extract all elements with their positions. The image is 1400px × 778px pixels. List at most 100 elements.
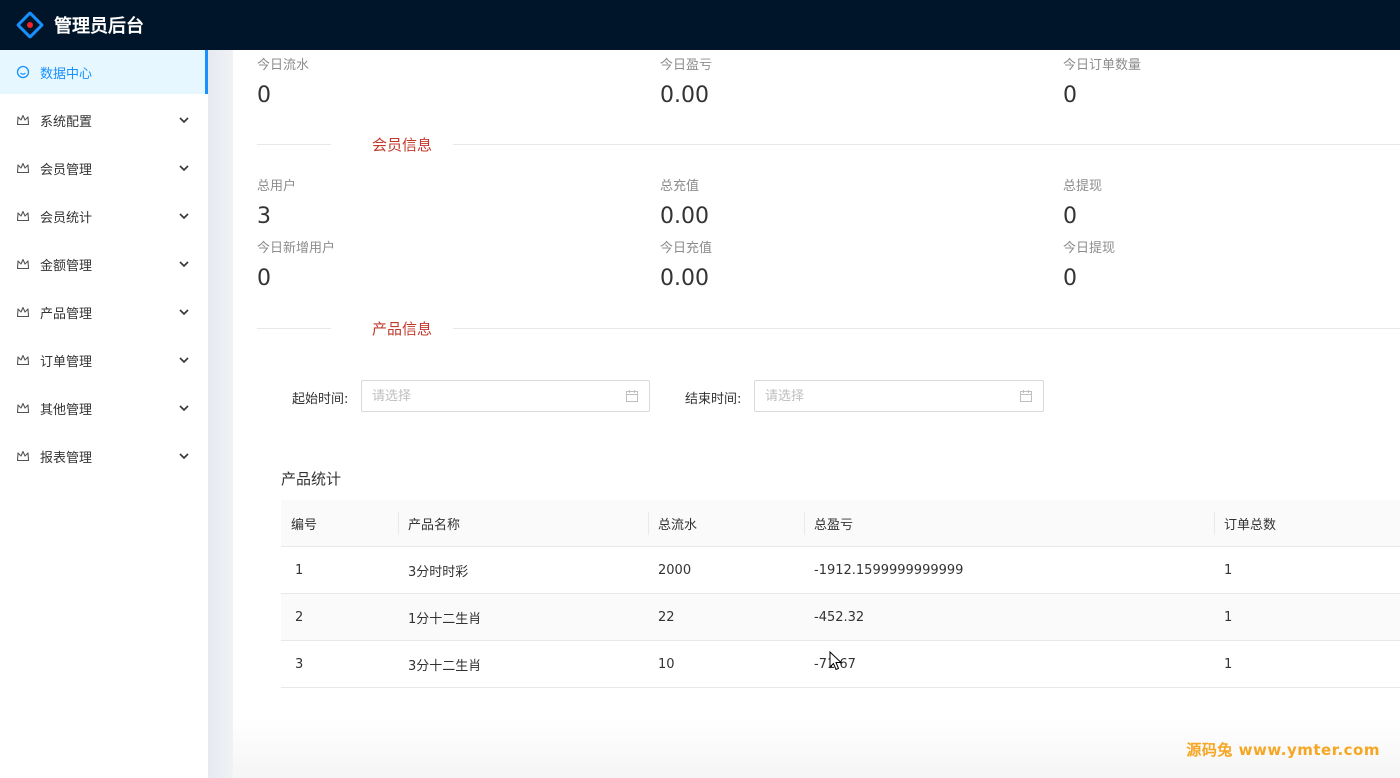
sidebar-item-label: 订单管理 [40,354,93,370]
table-cell-name: 3分时时彩 [408,564,469,580]
stat-label: 今日流水 [257,58,310,73]
chevron-down-icon [178,450,190,462]
table-cell-orders: 1 [1224,562,1233,578]
table-cell-name: 3分十二生肖 [408,658,482,674]
sidebar-item-label: 报表管理 [40,450,93,466]
calendar-icon [625,389,639,403]
chevron-down-icon [178,114,190,126]
stat-value: 3 [257,204,271,229]
column-header-name[interactable]: 产品名称 [398,500,648,546]
stat-total-users: 总用户 3 [257,175,296,229]
sidebar-item-amount-management[interactable]: 金额管理 [0,242,208,286]
table-cell-flow: 2000 [658,562,692,578]
table-cell-orders: 1 [1224,609,1233,625]
stat-value: 0 [1063,204,1077,229]
column-header-orders[interactable]: 订单总数 [1214,500,1400,546]
stat-label: 今日盈亏 [660,58,713,73]
section-title-product: 产品信息 [372,320,433,338]
stat-label: 今日新增用户 [257,241,336,256]
column-header-profit[interactable]: 总盈亏 [804,500,1214,546]
start-date-picker[interactable] [361,380,650,412]
sidebar-item-report-management[interactable]: 报表管理 [0,434,208,478]
sidebar-item-label: 会员统计 [40,210,93,226]
stat-value: 0 [257,83,271,108]
table-cell-profit: -452.32 [814,609,865,625]
chevron-down-icon [178,306,190,318]
sidebar-item-label: 产品管理 [40,306,93,322]
crown-icon [16,209,30,223]
section-divider-product: 产品信息 [257,318,1400,338]
stat-label: 总充值 [660,179,700,194]
table-cell-profit: -71.67 [804,641,1214,687]
table-cell-id: 1 [295,562,304,578]
top-header: 管理员后台 [0,0,1400,50]
crown-icon [16,401,30,415]
main-content: 今日流水 0 今日盈亏 0.00 今日订单数量 0 会员信息 总用户 3 总充值… [233,50,1400,778]
sidebar-item-system-config[interactable]: 系统配置 [0,98,208,142]
column-header-flow[interactable]: 总流水 [648,500,804,546]
sidebar-item-product-management[interactable]: 产品管理 [0,290,208,334]
table-cell-id: 2 [295,609,304,625]
table-cell-profit: -1912.1599999999999 [814,562,964,578]
product-stats-title: 产品统计 [281,470,342,488]
sidebar-item-label: 金额管理 [40,258,93,274]
stat-label: 总用户 [257,179,297,194]
sidebar-item-order-management[interactable]: 订单管理 [0,338,208,382]
stat-value: 0.00 [660,83,709,108]
stat-value: 0 [257,266,271,291]
table-row[interactable]: 2 1分十二生肖 22 -452.32 1 [281,594,1400,641]
stat-today-withdraw: 今日提现 0 [1063,237,1115,291]
sidebar-item-label: 数据中心 [40,66,93,82]
start-time-label: 起始时间: [292,392,349,407]
stat-label: 总提现 [1063,179,1103,194]
crown-icon [16,305,30,319]
sidebar-item-label: 会员管理 [40,162,93,178]
table-cell-orders: 1 [1224,656,1233,672]
chevron-down-icon [178,402,190,414]
start-date-input[interactable] [372,388,625,404]
stat-value: 0 [1063,266,1077,291]
stat-value: 0.00 [660,204,709,229]
stat-today-recharge: 今日充值 0.00 [660,237,712,291]
sidebar-item-member-stats[interactable]: 会员统计 [0,194,208,238]
table-row[interactable]: 1 3分时时彩 2000 -1912.1599999999999 1 [281,547,1400,594]
mouse-cursor-icon [829,650,843,671]
crown-icon [16,161,30,175]
chevron-down-icon [178,210,190,222]
chevron-down-icon [178,258,190,270]
sidebar-gutter [208,50,233,778]
logo-icon [15,10,45,40]
stat-value: 0 [1063,83,1077,108]
stat-label: 今日充值 [660,241,713,256]
end-time-label: 结束时间: [685,392,742,407]
table-cell-id: 3 [295,656,304,672]
crown-icon [16,353,30,367]
sidebar: 数据中心 系统配置 会员管理 会员统计 金额管理 产品管理 订单管理 其他管理 … [0,50,208,778]
watermark: 源码兔 www.ymter.com [1186,741,1380,759]
stat-total-withdraw: 总提现 0 [1063,175,1102,229]
table-cell-name: 1分十二生肖 [408,611,482,627]
crown-icon [16,257,30,271]
stat-total-recharge: 总充值 0.00 [660,175,709,229]
chevron-down-icon [178,162,190,174]
table-cell-flow: 10 [658,656,675,672]
app-title: 管理员后台 [54,16,144,37]
section-divider-member: 会员信息 [257,134,1400,154]
sidebar-item-member-management[interactable]: 会员管理 [0,146,208,190]
stat-label: 今日提现 [1063,241,1116,256]
crown-icon [16,113,30,127]
dashboard-icon [16,65,30,79]
stat-new-users: 今日新增用户 0 [257,237,335,291]
crown-icon [16,449,30,463]
stat-today-profit: 今日盈亏 0.00 [660,54,712,108]
column-header-id[interactable]: 编号 [281,500,398,546]
chevron-down-icon [178,354,190,366]
table-cell-flow: 22 [658,609,675,625]
section-title-member: 会员信息 [372,136,433,154]
sidebar-item-label: 其他管理 [40,402,93,418]
sidebar-item-other-management[interactable]: 其他管理 [0,386,208,430]
sidebar-item-data-center[interactable]: 数据中心 [0,50,208,94]
end-date-input[interactable] [765,388,1019,404]
end-date-picker[interactable] [754,380,1044,412]
stat-today-orders: 今日订单数量 0 [1063,54,1141,108]
